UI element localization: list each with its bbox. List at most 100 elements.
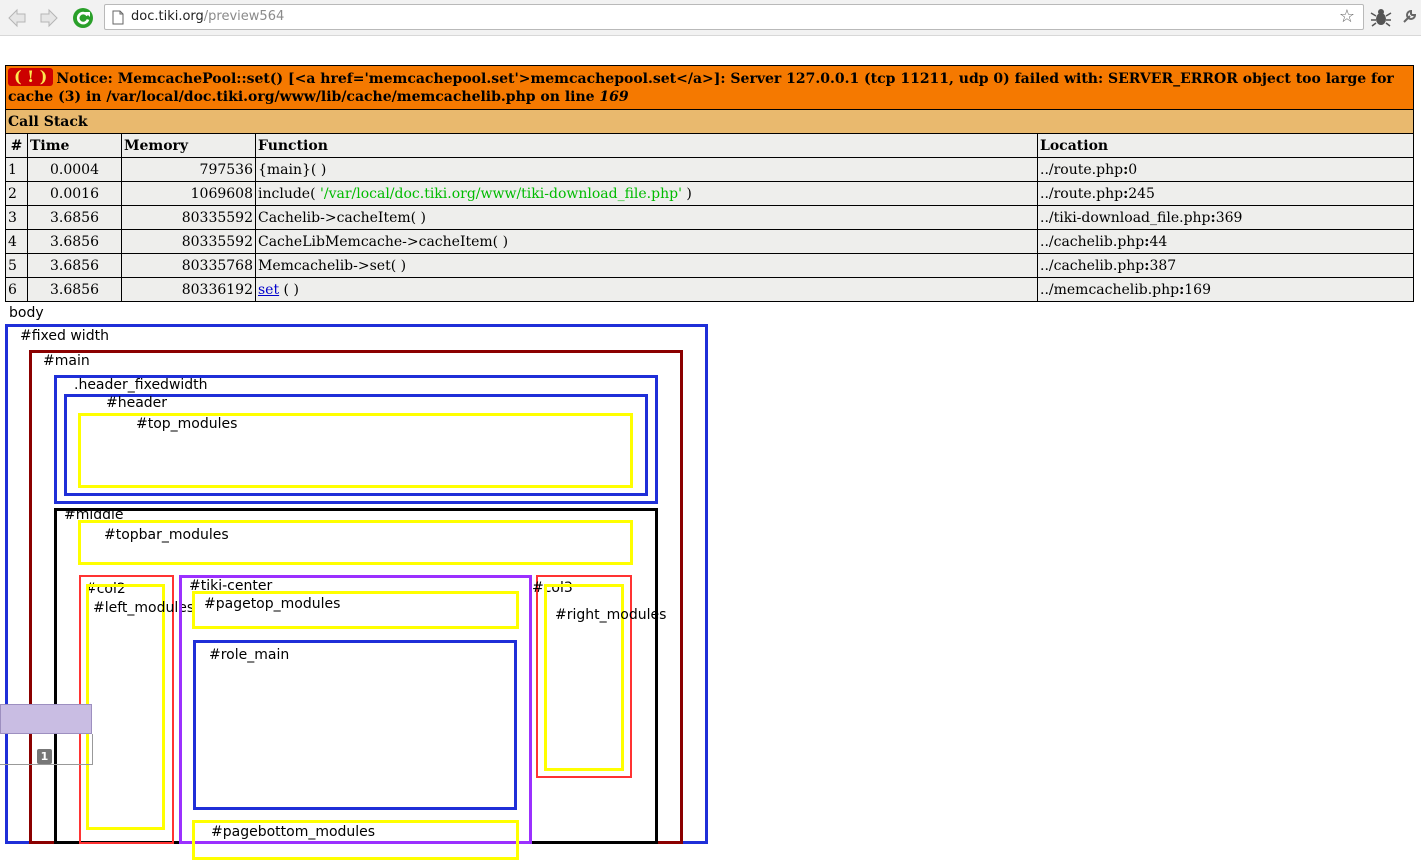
- stack-location: ../memcachelib.php:169: [1037, 277, 1414, 302]
- xdebug-error-table: ( ! ) Notice: MemcachePool::set() [<a hre…: [5, 65, 1414, 302]
- function-name: {main}( ): [258, 161, 327, 178]
- reload-button[interactable]: [72, 7, 94, 29]
- stack-memory: 80335592: [121, 229, 256, 254]
- stack-location: ../tiki-download_file.php:369: [1037, 205, 1414, 230]
- function-link[interactable]: set: [258, 282, 279, 298]
- error-notice-row: ( ! ) Notice: MemcachePool::set() [<a hre…: [5, 65, 1414, 110]
- stack-memory: 80335592: [121, 205, 256, 230]
- stack-memory: 797536: [121, 157, 256, 182]
- col-header-num: #: [5, 133, 28, 158]
- location-file: ../route.php: [1040, 161, 1124, 178]
- wrench-menu-icon[interactable]: [1401, 9, 1417, 25]
- function-name: Memcachelib->set( ): [258, 257, 407, 274]
- label-pagetop-modules: #pagetop_modules: [204, 596, 341, 612]
- stack-num: 2: [5, 181, 28, 206]
- url-path: /preview564: [203, 9, 285, 24]
- stack-num: 5: [5, 253, 28, 278]
- back-arrow-icon: [8, 8, 26, 28]
- error-message: Notice: MemcachePool::set() [<a href='me…: [8, 71, 1394, 105]
- call-stack-row-item: 4 3.6856 80335592 CacheLibMemcache->cacheIt…: [5, 229, 1414, 254]
- stack-time: 3.6856: [27, 277, 122, 302]
- highlight-overlay: [0, 704, 92, 734]
- label-right-modules: #right_modules: [555, 607, 667, 623]
- location-line: 387: [1149, 257, 1177, 274]
- stack-function: {main}( ): [255, 157, 1038, 182]
- browser-toolbar: doc.tiki.org/preview564 ☆: [0, 0, 1421, 36]
- location-line: 245: [1128, 185, 1155, 202]
- col-header-memory: Memory: [121, 133, 256, 158]
- address-bar[interactable]: doc.tiki.org/preview564 ☆: [104, 4, 1364, 30]
- stack-function: CacheLibMemcache->cacheItem( ): [255, 229, 1038, 254]
- stack-function: set ( ): [255, 277, 1038, 302]
- stack-memory: 80336192: [121, 277, 256, 302]
- call-stack-row-item: 2 0.0016 1069608 include( '/var/local/doc.t…: [5, 181, 1414, 206]
- box-role-main: [193, 640, 517, 810]
- error-notice: ( ! ) Notice: MemcachePool::set() [<a hre…: [5, 65, 1414, 110]
- col-header-location: Location: [1037, 133, 1414, 158]
- stack-memory: 1069608: [121, 181, 256, 206]
- label-topbar-modules: #topbar_modules: [104, 527, 229, 543]
- function-end: ): [681, 185, 692, 202]
- forward-arrow-icon: [40, 8, 58, 28]
- call-stack-label: Call Stack: [5, 109, 1414, 134]
- col-header-time: Time: [27, 133, 122, 158]
- function-name: Cachelib->cacheItem( ): [258, 209, 426, 226]
- stack-time: 0.0004: [27, 157, 122, 182]
- stack-memory: 80335768: [121, 253, 256, 278]
- marker-badge[interactable]: 1: [37, 749, 52, 764]
- page-icon: [112, 10, 124, 25]
- location-line: 169: [1184, 281, 1211, 298]
- stack-location: ../route.php:245: [1037, 181, 1414, 206]
- forward-button[interactable]: [38, 7, 60, 29]
- location-file: ../tiki-download_file.php: [1040, 209, 1211, 226]
- call-stack-row-item: 1 0.0004 797536 {main}( ) ../route.php:0: [5, 157, 1414, 182]
- stack-num: 6: [5, 277, 28, 302]
- stack-location: ../cachelib.php:387: [1037, 253, 1414, 278]
- label-top-modules: #top_modules: [136, 416, 238, 432]
- function-name: include(: [258, 185, 320, 202]
- location-file: ../cachelib.php: [1040, 257, 1145, 274]
- label-pagebottom-modules: #pagebottom_modules: [211, 824, 376, 840]
- location-line: 369: [1215, 209, 1243, 226]
- back-button[interactable]: [6, 7, 28, 29]
- call-stack-row: Call Stack: [5, 109, 1414, 134]
- function-end: ( ): [279, 281, 299, 298]
- stack-num: 1: [5, 157, 28, 182]
- stack-function: Memcachelib->set( ): [255, 253, 1038, 278]
- call-stack-row-item: 5 3.6856 80335768 Memcachelib->set( ) ../cac…: [5, 253, 1414, 278]
- url-host: doc.tiki.org: [131, 9, 204, 24]
- call-stack-row-item: 6 3.6856 80336192 set ( ) ../memcachelib.php…: [5, 277, 1414, 302]
- reload-icon: [73, 8, 93, 28]
- stack-location: ../cachelib.php:44: [1037, 229, 1414, 254]
- label-fixed-width: #fixed width: [20, 328, 109, 344]
- url-text: doc.tiki.org/preview564: [131, 9, 284, 24]
- call-stack-body: 1 0.0004 797536 {main}( ) ../route.php:0 2 0.0…: [5, 157, 1414, 302]
- call-stack-header: # Time Memory Function Location: [5, 133, 1414, 158]
- label-header-fixedwidth: .header_fixedwidth: [74, 377, 208, 393]
- function-name: CacheLibMemcache->cacheItem( ): [258, 233, 509, 250]
- col-header-function: Function: [255, 133, 1038, 158]
- location-file: ../route.php: [1040, 185, 1124, 202]
- error-line-number: 169: [599, 89, 629, 105]
- stack-time: 0.0016: [27, 181, 122, 206]
- call-stack-row-item: 3 3.6856 80335592 Cachelib->cacheItem( ) ../…: [5, 205, 1414, 230]
- stack-time: 3.6856: [27, 229, 122, 254]
- stack-num: 3: [5, 205, 28, 230]
- label-main: #main: [43, 353, 90, 369]
- stack-location: ../route.php:0: [1037, 157, 1414, 182]
- function-argument: '/var/local/doc.tiki.org/www/tiki-downlo…: [320, 185, 682, 202]
- label-header: #header: [106, 395, 168, 411]
- stack-time: 3.6856: [27, 253, 122, 278]
- bookmark-star-icon[interactable]: ☆: [1339, 7, 1355, 27]
- firebug-extension-icon[interactable]: [1370, 6, 1392, 28]
- label-body: body: [9, 305, 44, 321]
- stack-function: Cachelib->cacheItem( ): [255, 205, 1038, 230]
- error-icon: ( ! ): [8, 68, 54, 86]
- location-file: ../cachelib.php: [1040, 233, 1145, 250]
- stack-num: 4: [5, 229, 28, 254]
- location-line: 0: [1128, 161, 1138, 178]
- stack-function: include( '/var/local/doc.tiki.org/www/ti…: [255, 181, 1038, 206]
- location-file: ../memcachelib.php: [1040, 281, 1180, 298]
- label-role-main: #role_main: [209, 647, 290, 663]
- stack-time: 3.6856: [27, 205, 122, 230]
